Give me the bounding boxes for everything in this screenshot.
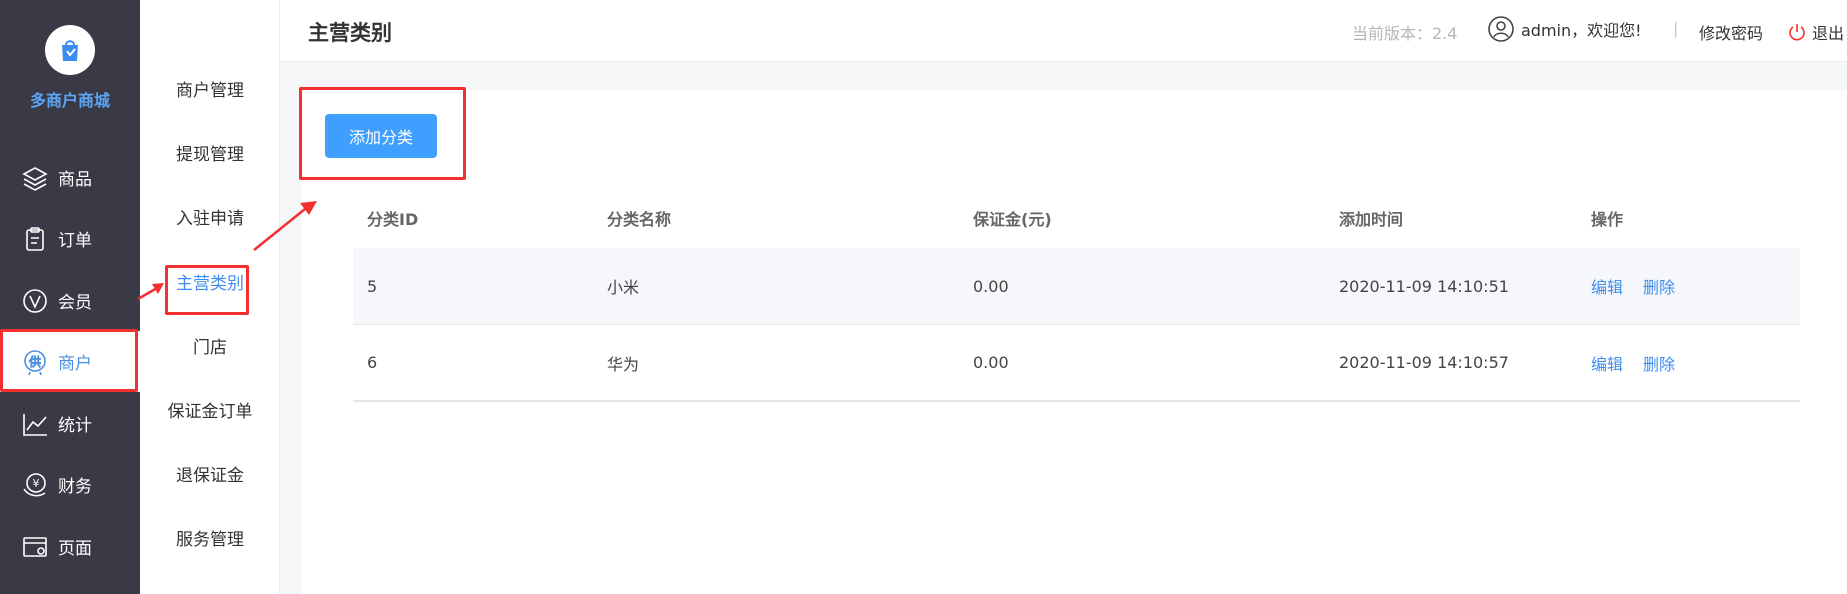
chart-icon [20, 409, 50, 439]
submenu-item-deposit-orders[interactable]: 保证金订单 [140, 392, 280, 432]
cell-actions: 编辑 删除 [1591, 274, 1771, 298]
submenu-item-service-management[interactable]: 服务管理 [140, 520, 280, 560]
welcome-text: admin，欢迎您! [1521, 21, 1642, 40]
edit-link[interactable]: 编辑 [1591, 274, 1623, 298]
page-icon [20, 532, 50, 562]
submenu-item-deposit-refund[interactable]: 退保证金 [140, 456, 280, 496]
sidebar-item-merchants[interactable]: 供 商户 [0, 331, 140, 392]
sidebar-item-label: 会员 [58, 293, 92, 313]
submenu-item-stores[interactable]: 门店 [140, 328, 280, 368]
shopping-bag-icon [45, 25, 95, 75]
cell-actions: 编辑 删除 [1591, 351, 1771, 375]
svg-text:¥: ¥ [33, 477, 40, 490]
sidebar-item-label: 订单 [58, 231, 92, 251]
add-category-button[interactable]: 添加分类 [325, 114, 437, 158]
top-header: 主营类别 当前版本：2.4 admin，欢迎您! | 修改密码 退出 [280, 0, 1847, 62]
main-sidebar: 多商户商城 商品 订单 会员 供 商户 统计 ¥ 财务 页面 [0, 0, 140, 594]
header-separator: | [1673, 19, 1679, 38]
submenu-item-main-category[interactable]: 主营类别 [140, 264, 280, 304]
col-header-id: 分类ID [367, 210, 419, 229]
sidebar-item-label: 页面 [58, 539, 92, 559]
cell-name: 小米 [607, 278, 640, 297]
brand-name: 多商户商城 [29, 91, 110, 110]
submenu-item-withdrawal[interactable]: 提现管理 [140, 135, 280, 175]
submenu: 商户管理 提现管理 入驻申请 主营类别 门店 保证金订单 退保证金 服务管理 [140, 0, 280, 594]
cell-deposit: 0.00 [973, 353, 1009, 372]
change-password-link[interactable]: 修改密码 [1699, 20, 1763, 44]
sidebar-item-orders[interactable]: 订单 [0, 208, 140, 269]
cell-id: 6 [367, 353, 378, 372]
sidebar-item-statistics[interactable]: 统计 [0, 393, 140, 454]
page-title: 主营类别 [308, 21, 392, 45]
col-header-actions: 操作 [1591, 210, 1624, 229]
table-row: 6 华为 0.00 2020-11-09 14:10:57 编辑 删除 [353, 325, 1800, 402]
edit-link[interactable]: 编辑 [1591, 351, 1623, 375]
submenu-item-merchant-management[interactable]: 商户管理 [140, 71, 280, 111]
sidebar-item-label: 统计 [58, 416, 92, 436]
vip-icon [20, 286, 50, 316]
supplier-icon: 供 [20, 347, 50, 377]
user-info[interactable]: admin，欢迎您! [1487, 15, 1642, 43]
table-row: 5 小米 0.00 2020-11-09 14:10:51 编辑 删除 [353, 248, 1800, 325]
col-header-time: 添加时间 [1339, 210, 1404, 229]
version-label: 当前版本：2.4 [1352, 24, 1458, 43]
delete-link[interactable]: 删除 [1643, 274, 1675, 298]
cell-deposit: 0.00 [973, 276, 1009, 296]
category-table: 分类ID 分类名称 保证金(元) 添加时间 操作 5 小米 0.00 2020-… [353, 188, 1800, 402]
user-avatar-icon [1488, 16, 1514, 42]
submenu-item-settlement[interactable]: 入驻申请 [140, 199, 280, 239]
table-header: 分类ID 分类名称 保证金(元) 添加时间 操作 [353, 188, 1800, 248]
power-icon [1789, 24, 1805, 41]
cell-name: 华为 [607, 354, 640, 374]
col-header-deposit: 保证金(元) [973, 210, 1052, 229]
cell-time: 2020-11-09 14:10:51 [1339, 276, 1509, 296]
sidebar-item-finance[interactable]: ¥ 财务 [0, 454, 140, 515]
cell-time: 2020-11-09 14:10:57 [1339, 353, 1509, 372]
col-header-name: 分类名称 [607, 210, 672, 229]
svg-text:供: 供 [29, 355, 41, 369]
sidebar-item-label: 商品 [58, 170, 92, 190]
layers-icon [20, 163, 50, 193]
sidebar-item-members[interactable]: 会员 [0, 270, 140, 331]
sidebar-item-label: 商户 [58, 354, 92, 374]
logout-button[interactable]: 退出 [1788, 20, 1844, 44]
clipboard-icon [20, 224, 50, 254]
sidebar-item-label: 财务 [58, 477, 92, 497]
brand-logo[interactable]: 多商户商城 [0, 25, 140, 111]
logout-label: 退出 [1812, 24, 1845, 43]
sidebar-item-pages[interactable]: 页面 [0, 516, 140, 577]
delete-link[interactable]: 删除 [1643, 351, 1675, 375]
sidebar-item-goods[interactable]: 商品 [0, 147, 140, 208]
finance-icon: ¥ [20, 470, 50, 500]
cell-id: 5 [367, 276, 378, 296]
